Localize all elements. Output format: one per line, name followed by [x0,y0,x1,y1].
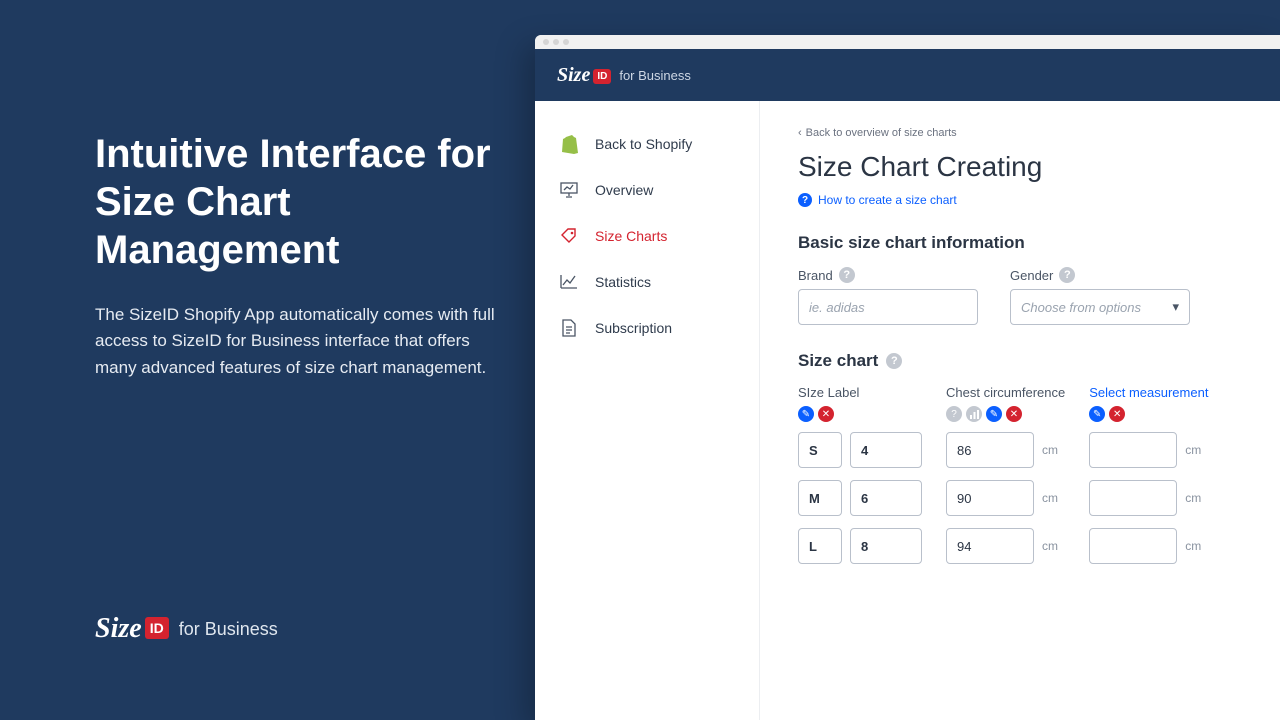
unit-label: cm [1185,539,1207,553]
chevron-left-icon: ‹ [798,127,802,139]
presentation-icon [559,180,579,200]
help-link[interactable]: ? How to create a size chart [798,193,1242,207]
sidebar-item-overview[interactable]: Overview [535,167,759,213]
chevron-down-icon: ▾ [1172,299,1179,315]
sidebar-item-label: Statistics [595,274,651,290]
shopify-icon [559,134,579,154]
brand-logo: SizeID [95,613,169,645]
app-header: SizeID for Business [535,49,1280,101]
chart-icon [559,272,579,292]
window-dot [553,39,559,45]
promo-title: Intuitive Interface for Size Chart Manag… [95,130,495,274]
hint-icon[interactable]: ? [886,353,902,369]
help-icon: ? [798,193,812,207]
unit-label: cm [1185,491,1207,505]
column-header-link[interactable]: Select measurement [1089,385,1208,400]
unit-label: cm [1042,491,1064,505]
chest-input[interactable] [946,432,1034,468]
sidebar-item-label: Overview [595,182,653,198]
size-label-alt-input[interactable] [850,480,922,516]
measurement-input[interactable] [1089,480,1177,516]
column-select-measurement: Select measurement ✎ ✕ cm cm [1089,385,1208,576]
sidebar-item-back-to-shopify[interactable]: Back to Shopify [535,121,759,167]
gender-label: Gender ? [1010,267,1190,283]
size-label-input[interactable] [798,528,842,564]
window-dot [543,39,549,45]
gender-field: Gender ? Choose from options ▾ [1010,267,1190,325]
size-label-alt-input[interactable] [850,432,922,468]
main-content: ‹ Back to overview of size charts Size C… [760,101,1280,720]
size-label-input[interactable] [798,480,842,516]
page-title: Size Chart Creating [798,151,1242,183]
document-icon [559,318,579,338]
sidebar-item-statistics[interactable]: Statistics [535,259,759,305]
unit-label: cm [1042,443,1064,457]
app-window: SizeID for Business Back to Shopify Over… [535,35,1280,720]
brand-input[interactable] [798,289,978,325]
measurement-input[interactable] [1089,432,1177,468]
hint-icon: ? [946,406,962,422]
size-chart-heading: Size chart ? [798,351,1242,371]
delete-icon[interactable]: ✕ [1109,406,1125,422]
column-size-label: SIze Label ✎ ✕ [798,385,922,576]
brand-suffix: for Business [619,68,691,83]
chest-input[interactable] [946,528,1034,564]
brand-id-badge: ID [145,617,169,639]
sidebar-item-size-charts[interactable]: Size Charts [535,213,759,259]
sidebar-item-label: Subscription [595,320,672,336]
size-chart-grid: SIze Label ✎ ✕ [798,385,1242,576]
brand-field: Brand ? [798,267,978,325]
hint-icon[interactable]: ? [1059,267,1075,283]
brand-footer: SizeID for Business [95,613,278,645]
edit-icon[interactable]: ✎ [1089,406,1105,422]
unit-label: cm [1042,539,1064,553]
size-label-alt-input[interactable] [850,528,922,564]
chest-input[interactable] [946,480,1034,516]
promo-panel: Intuitive Interface for Size Chart Manag… [95,130,495,381]
help-link-label: How to create a size chart [818,193,957,207]
sidebar: Back to Shopify Overview Size Charts Sta… [535,101,760,720]
size-label-input[interactable] [798,432,842,468]
tag-icon [559,226,579,246]
sidebar-item-label: Back to Shopify [595,136,692,152]
sidebar-item-subscription[interactable]: Subscription [535,305,759,351]
delete-icon[interactable]: ✕ [818,406,834,422]
window-dot [563,39,569,45]
sidebar-item-label: Size Charts [595,228,667,244]
column-header: Chest circumference [946,385,1065,400]
column-chest: Chest circumference ? ✎ ✕ cm [946,385,1065,576]
back-link[interactable]: ‹ Back to overview of size charts [798,127,1242,139]
brand-id-badge: ID [593,69,611,84]
hint-icon[interactable]: ? [839,267,855,283]
measurement-input[interactable] [1089,528,1177,564]
column-header: SIze Label [798,385,922,400]
brand-suffix: for Business [179,619,278,640]
brand-logo: SizeID [557,64,611,87]
basic-info-heading: Basic size chart information [798,233,1242,253]
edit-icon[interactable]: ✎ [798,406,814,422]
brand-label: Brand ? [798,267,978,283]
promo-body: The SizeID Shopify App automatically com… [95,302,495,381]
chart-icon [966,406,982,422]
delete-icon[interactable]: ✕ [1006,406,1022,422]
gender-select[interactable]: Choose from options ▾ [1010,289,1190,325]
unit-label: cm [1185,443,1207,457]
window-titlebar [535,35,1280,49]
edit-icon[interactable]: ✎ [986,406,1002,422]
back-link-label: Back to overview of size charts [806,127,957,139]
